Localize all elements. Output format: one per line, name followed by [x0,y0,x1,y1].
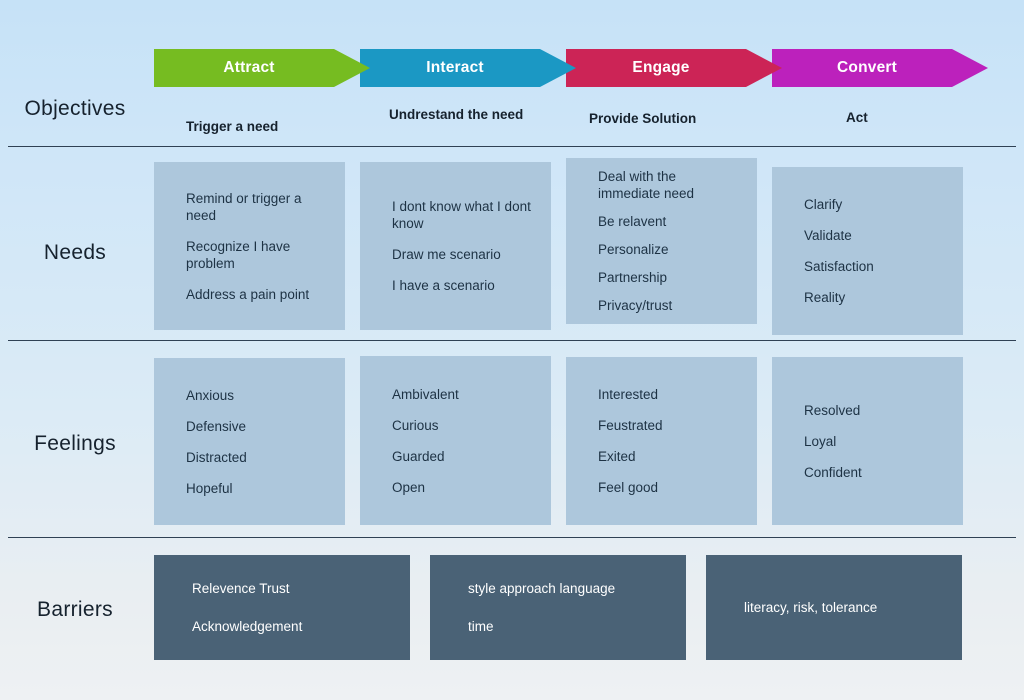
list-item: Curious [392,417,439,433]
list-item: Satisfaction [804,259,874,274]
list-item: Confident [804,464,862,480]
barriers-card-engage[interactable]: literacy, risk, tolerance [706,555,962,660]
stage-arrow-engage[interactable]: Engage [566,49,782,87]
row-label-needs: Needs [43,241,107,264]
list-item: Remind or trigger a need [186,190,302,223]
list-item: Loyal [804,433,837,449]
feelings-card-interact[interactable]: Ambivalent Curious Guarded Open [360,356,551,525]
list-item: I have a scenario [392,278,495,293]
row-divider [8,537,1016,538]
customer-journey-map: Attract Interact Engage Convert Objectiv… [0,0,1024,700]
list-item: Interested [598,387,659,402]
stage-arrow-label: Engage [632,59,690,76]
row-label-objectives: Objectives [24,97,126,120]
list-item: Hopeful [186,480,233,496]
list-item: Address a pain point [186,286,310,302]
list-item: Deal with the immediate need [598,169,695,201]
list-item: style approach language [468,580,616,596]
stage-arrow-label: Interact [426,59,484,76]
feelings-card-convert[interactable]: Resolved Loyal Confident [772,357,963,525]
list-item: Draw me scenario [392,247,501,262]
list-item: Relevence Trust [192,580,290,596]
list-item: Distracted [186,449,247,465]
objective-text-engage: Provide Solution [589,111,697,126]
row-label-feelings: Feelings [34,432,116,455]
list-item: I dont know what I dont know [392,199,531,231]
needs-card-attract[interactable]: Remind or trigger a need Recognize I have… [154,162,345,330]
list-item: Personalize [598,242,669,257]
barriers-card-interact[interactable]: style approach language time [430,555,686,660]
list-item: Be relavent [598,214,667,229]
list-item: Defensive [186,418,247,434]
list-item: Exited [598,449,636,464]
stage-arrow-attract[interactable]: Attract [154,49,370,87]
needs-card-engage[interactable]: Deal with the immediate need Be relavent P… [566,158,757,324]
list-item: time [468,618,494,634]
list-item: Open [392,479,426,495]
list-item: Clarify [804,197,843,212]
needs-card-convert[interactable]: Clarify Validate Satisfaction Reality [772,167,963,335]
barriers-card-attract[interactable]: Relevence Trust Acknowledgement [154,555,410,660]
stage-arrow-convert[interactable]: Convert [772,49,988,87]
list-item: Feel good [598,480,659,495]
row-label-barriers: Barriers [37,598,113,621]
list-item: Privacy/trust [598,298,673,313]
stage-arrow-strip: Attract Interact Engage Convert [0,0,1024,100]
list-item: Guarded [392,448,445,464]
objective-text-attract: Trigger a need [186,119,279,134]
list-item: Validate [804,228,852,243]
row-divider [8,340,1016,341]
row-divider [8,146,1016,147]
stage-arrow-interact[interactable]: Interact [360,49,576,87]
list-item: literacy, risk, tolerance [744,599,878,615]
stage-arrow-label: Attract [223,59,275,76]
list-item: Anxious [186,387,235,403]
list-item: Resolved [804,402,861,418]
needs-card-interact[interactable]: I dont know what I dont know Draw me scen… [360,162,551,330]
objective-text-interact: Undrestand the need [389,107,524,122]
list-item: Recognize I have problem [186,238,291,271]
list-item: Acknowledgement [192,618,303,634]
list-item: Partnership [598,270,668,285]
stage-arrow-label: Convert [837,59,897,76]
feelings-card-attract[interactable]: Anxious Defensive Distracted Hopeful [154,358,345,525]
list-item: Feustrated [598,418,663,433]
objective-text-convert: Act [846,110,868,125]
list-item: Reality [804,290,846,305]
feelings-card-engage[interactable]: Interested Feustrated Exited Feel good [566,357,757,525]
list-item: Ambivalent [392,386,459,402]
